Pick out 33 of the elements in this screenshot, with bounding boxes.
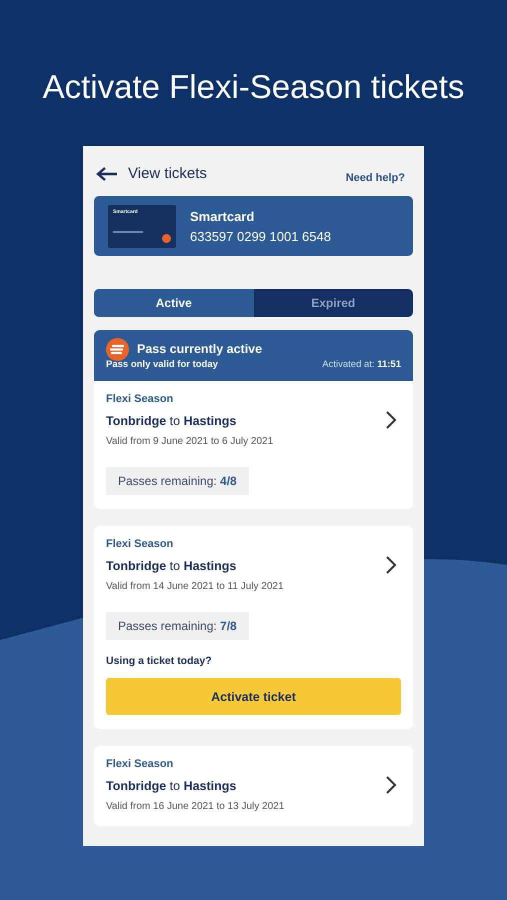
validity-dates: Valid from 16 June 2021 to 13 July 2021 [106,801,284,812]
chevron-right-icon [385,410,397,430]
tab[interactable]: Expired [254,288,413,317]
banner-subtitle: Pass only valid for today [106,358,218,370]
validity-dates: Valid from 9 June 2021 to 6 July 2021 [106,436,274,447]
help-link[interactable]: Need help? [346,172,413,184]
card-name: Smartcard [190,208,256,224]
activate-ticket-button[interactable]: Activate ticket [106,678,401,715]
ticket-card[interactable]: Flexi Season Tonbridge to Hastings Valid from 9 June 2021 to 6 July 2021 Passes remaining: 4/8 [94,381,413,509]
banner-title: Pass currently active [137,342,262,356]
ticket-route: Tonbridge to Hastings [106,559,238,573]
ticket-type: Flexi Season [106,393,174,405]
chevron-right-icon [385,775,397,795]
back-button[interactable]: View tickets [94,165,207,182]
passes-remaining: Passes remaining: 7/8 [106,612,249,640]
passes-remaining: Passes remaining: 4/8 [106,467,249,495]
card-number: 633597 0299 1001 6548 [190,228,331,244]
ticket-type: Flexi Season [106,538,174,550]
chevron-right-icon [385,555,397,575]
back-arrow-icon [96,166,118,182]
logo-dot-icon [162,234,171,243]
tab[interactable]: Active [94,288,254,317]
ticket-type: Flexi Season [106,758,174,770]
ticket-card[interactable]: Flexi Season Tonbridge to Hastings Valid from 16 June 2021 to 13 July 2021 [94,746,413,826]
pass-logo-icon [106,338,129,361]
ticket-route: Tonbridge to Hastings [106,779,238,793]
ticket-route: Tonbridge to Hastings [106,414,238,428]
thumbnail-line [113,230,143,233]
activation-prompt: Using a ticket today? [106,655,212,667]
validity-dates: Valid from 14 June 2021 to 11 July 2021 [106,581,284,592]
ticket-card[interactable]: Flexi Season Tonbridge to Hastings Valid from 14 June 2021 to 11 July 2021 Passes remaining: 7/8 Using a ticket today? Activate ticket [94,526,413,729]
headline: Activate Flexi-Season tickets [42,67,466,107]
activation-time: Activated at: 11:51 [322,358,401,370]
